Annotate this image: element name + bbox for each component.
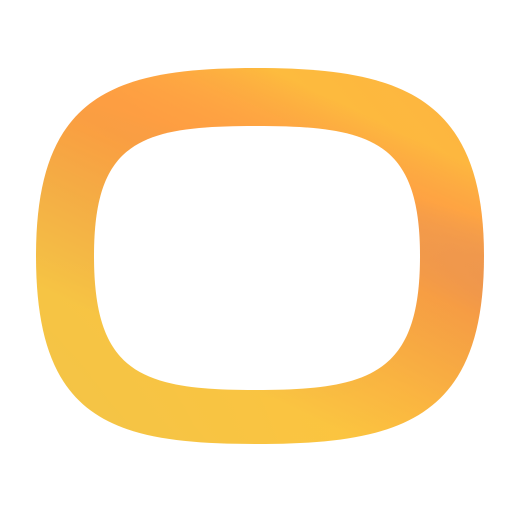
ring-shape (0, 0, 512, 512)
icon-canvas (0, 0, 512, 512)
gradient-ring-logo-icon (0, 0, 512, 512)
